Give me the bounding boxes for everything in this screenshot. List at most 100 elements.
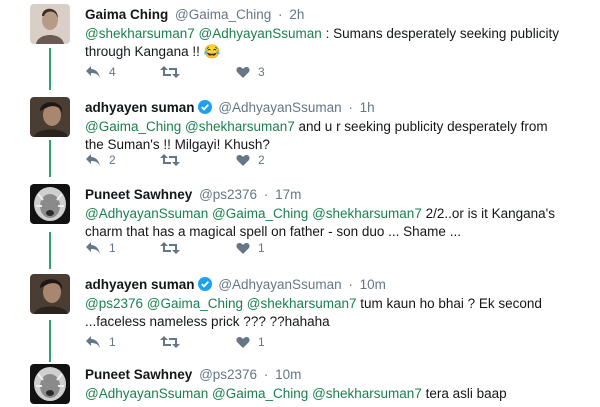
mention-link[interactable]: @Gaima_Ching [212,386,308,401]
thread-connector [49,320,51,362]
thread-connector [49,232,51,269]
timestamp[interactable]: 10m [275,367,301,382]
tweet-actions: 2 2 [85,151,265,169]
tweet-header: adhyayen suman @AdhyayanSsuman · 1h [85,99,375,119]
separator-dot: · [263,367,269,382]
display-name[interactable]: Puneet Sawhney [85,367,192,382]
mention-link[interactable]: @shekharsuman7 [312,206,422,221]
tweet-actions: 4 3 [85,63,265,81]
avatar-image [30,184,70,224]
like-button[interactable]: 3 [236,65,265,79]
tweet-actions: 1 1 [85,333,265,351]
tweet-text: @Gaima_Ching @shekharsuman7 and u r seek… [85,118,585,154]
separator-dot: · [348,100,353,115]
user-handle[interactable]: @AdhyayanSsuman [218,277,341,292]
mention-link[interactable]: @Gaima_Ching [85,119,181,134]
retweet-button[interactable] [160,335,236,349]
separator-dot: · [263,187,269,202]
reply-button[interactable]: 1 [85,241,160,255]
reply-count: 1 [109,335,116,349]
retweet-button[interactable] [160,241,236,255]
tweet-text: @AdhyayanSsuman @Gaima_Ching @shekharsum… [85,385,585,403]
user-handle[interactable]: @AdhyayanSsuman [218,100,341,115]
verified-badge-icon [197,277,212,296]
mention-link[interactable]: @ps2376 [85,296,143,311]
reply-icon [86,66,100,78]
thread-connector [49,48,51,90]
retweet-button[interactable] [160,65,236,79]
retweet-icon [160,154,180,166]
tweet-actions: 1 1 [85,239,265,257]
retweet-button[interactable] [160,153,236,167]
reply-button[interactable]: 2 [85,153,160,167]
reply-count: 1 [109,241,116,255]
tweet-text-part: 2/2..or is it Kangana's [421,206,555,221]
mention-link[interactable]: @shekharsuman7 [312,386,422,401]
like-button[interactable]: 2 [236,153,265,167]
mention-link[interactable]: @shekharsuman7 [185,119,295,134]
tweet-text-part: charm that has a magical spell on father… [85,224,461,239]
avatar-image [30,4,70,44]
avatar[interactable] [30,4,70,44]
user-handle[interactable]: @ps2376 [199,367,257,382]
retweet-icon [160,66,180,78]
avatar[interactable] [30,97,70,137]
tweet-text-part: the Suman's !! Milgayi! Khush? [85,137,270,152]
tweet-header: Puneet Sawhney @ps2376 · 17m [85,186,301,204]
mention-link[interactable]: @AdhyayanSsuman [85,386,208,401]
like-count: 2 [258,153,265,167]
like-count: 3 [258,65,265,79]
timestamp[interactable]: 10m [360,277,386,292]
mention-link[interactable]: @Gaima_Ching [147,296,243,311]
tweet-thread: Gaima Ching @Gaima_Ching · 2h @shekharsu… [0,0,600,407]
like-count: 1 [258,241,265,255]
like-button[interactable]: 1 [236,241,265,255]
tweet-header: Gaima Ching @Gaima_Ching · 2h [85,6,304,24]
reply-icon [86,242,100,254]
tweet-text-part: and u r seeking publicity desperately fr… [294,119,548,134]
thread-connector [49,140,51,177]
tweet-text: @AdhyayanSsuman @Gaima_Ching @shekharsum… [85,205,585,241]
reply-button[interactable]: 4 [85,65,160,79]
tweet-text-part: : Sumans desperately seeking publicity [321,26,559,41]
tweet-header: adhyayen suman @AdhyayanSsuman · 10m [85,276,386,296]
reply-button[interactable]: 1 [85,335,160,349]
reply-count: 2 [109,153,116,167]
heart-icon [236,66,250,78]
avatar[interactable] [30,364,70,404]
display-name[interactable]: Puneet Sawhney [85,187,192,202]
tweet-text-part: through Kangana !! 😂 [85,44,221,59]
tweet-text-part: tum kaun ho bhai ? Ek second [356,296,542,311]
reply-icon [86,336,100,348]
mention-link[interactable]: @AdhyayanSsuman [199,26,322,41]
mention-link[interactable]: @shekharsuman7 [85,26,195,41]
tweet-header: Puneet Sawhney @ps2376 · 10m [85,366,301,384]
mention-link[interactable]: @AdhyayanSsuman [85,206,208,221]
display-name[interactable]: adhyayen suman [85,100,195,115]
separator-dot: · [278,7,283,22]
separator-dot: · [348,277,353,292]
timestamp[interactable]: 1h [360,100,375,115]
user-handle[interactable]: @Gaima_Ching [175,7,271,22]
like-button[interactable]: 1 [236,335,265,349]
user-handle[interactable]: @ps2376 [199,187,257,202]
tweet-text: @shekharsuman7 @AdhyayanSsuman : Sumans … [85,25,585,61]
avatar-image [30,364,70,404]
heart-icon [236,154,250,166]
display-name[interactable]: Gaima Ching [85,7,168,22]
mention-link[interactable]: @Gaima_Ching [212,206,308,221]
like-count: 1 [258,335,265,349]
display-name[interactable]: adhyayen suman [85,277,195,292]
timestamp[interactable]: 2h [289,7,304,22]
avatar[interactable] [30,184,70,224]
reply-count: 4 [109,65,116,79]
mention-link[interactable]: @shekharsuman7 [247,296,357,311]
verified-badge-icon [197,100,212,119]
tweet-text-part: tera asli baap [421,386,507,401]
retweet-icon [160,242,180,254]
tweet-text-part: ...faceless nameless prick ??? ??hahaha [85,314,330,329]
avatar[interactable] [30,274,70,314]
timestamp[interactable]: 17m [275,187,301,202]
tweet-text: @ps2376 @Gaima_Ching @shekharsuman7 tum … [85,295,585,331]
heart-icon [236,336,250,348]
